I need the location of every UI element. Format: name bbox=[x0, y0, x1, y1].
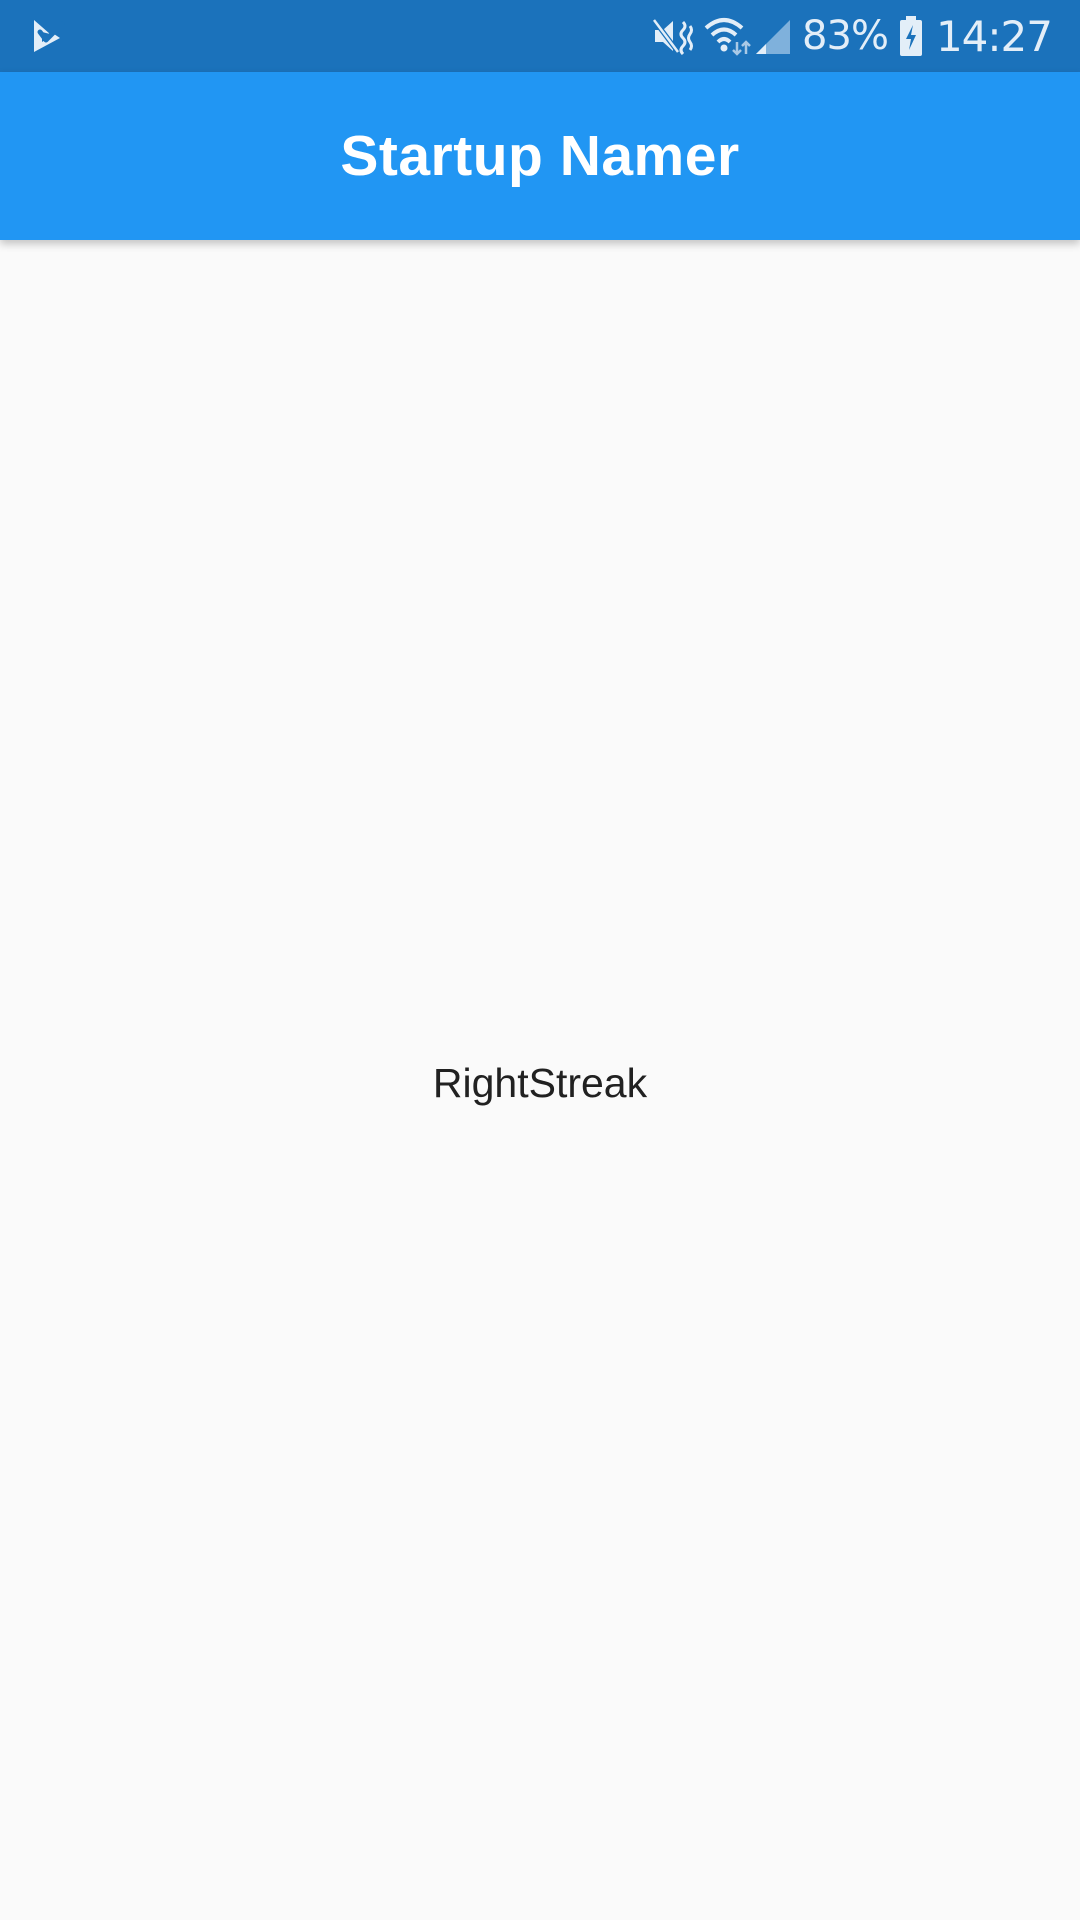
generated-name-text: RightStreak bbox=[432, 1060, 648, 1106]
checkmark-app-icon bbox=[30, 18, 66, 54]
mute-icon bbox=[652, 16, 694, 56]
app-title: Startup Namer bbox=[340, 124, 740, 188]
app-bar: Startup Namer bbox=[0, 72, 1080, 240]
battery-percent: 83% bbox=[802, 13, 889, 59]
status-bar: 83% 14:27 bbox=[0, 0, 1080, 72]
clock: 14:27 bbox=[935, 11, 1053, 61]
battery-charging-icon bbox=[898, 15, 924, 57]
status-icons: 83% 14:27 bbox=[652, 0, 1053, 72]
main-content: RightStreak bbox=[0, 240, 1080, 1920]
signal-icon bbox=[754, 16, 792, 56]
wifi-icon bbox=[704, 16, 752, 56]
